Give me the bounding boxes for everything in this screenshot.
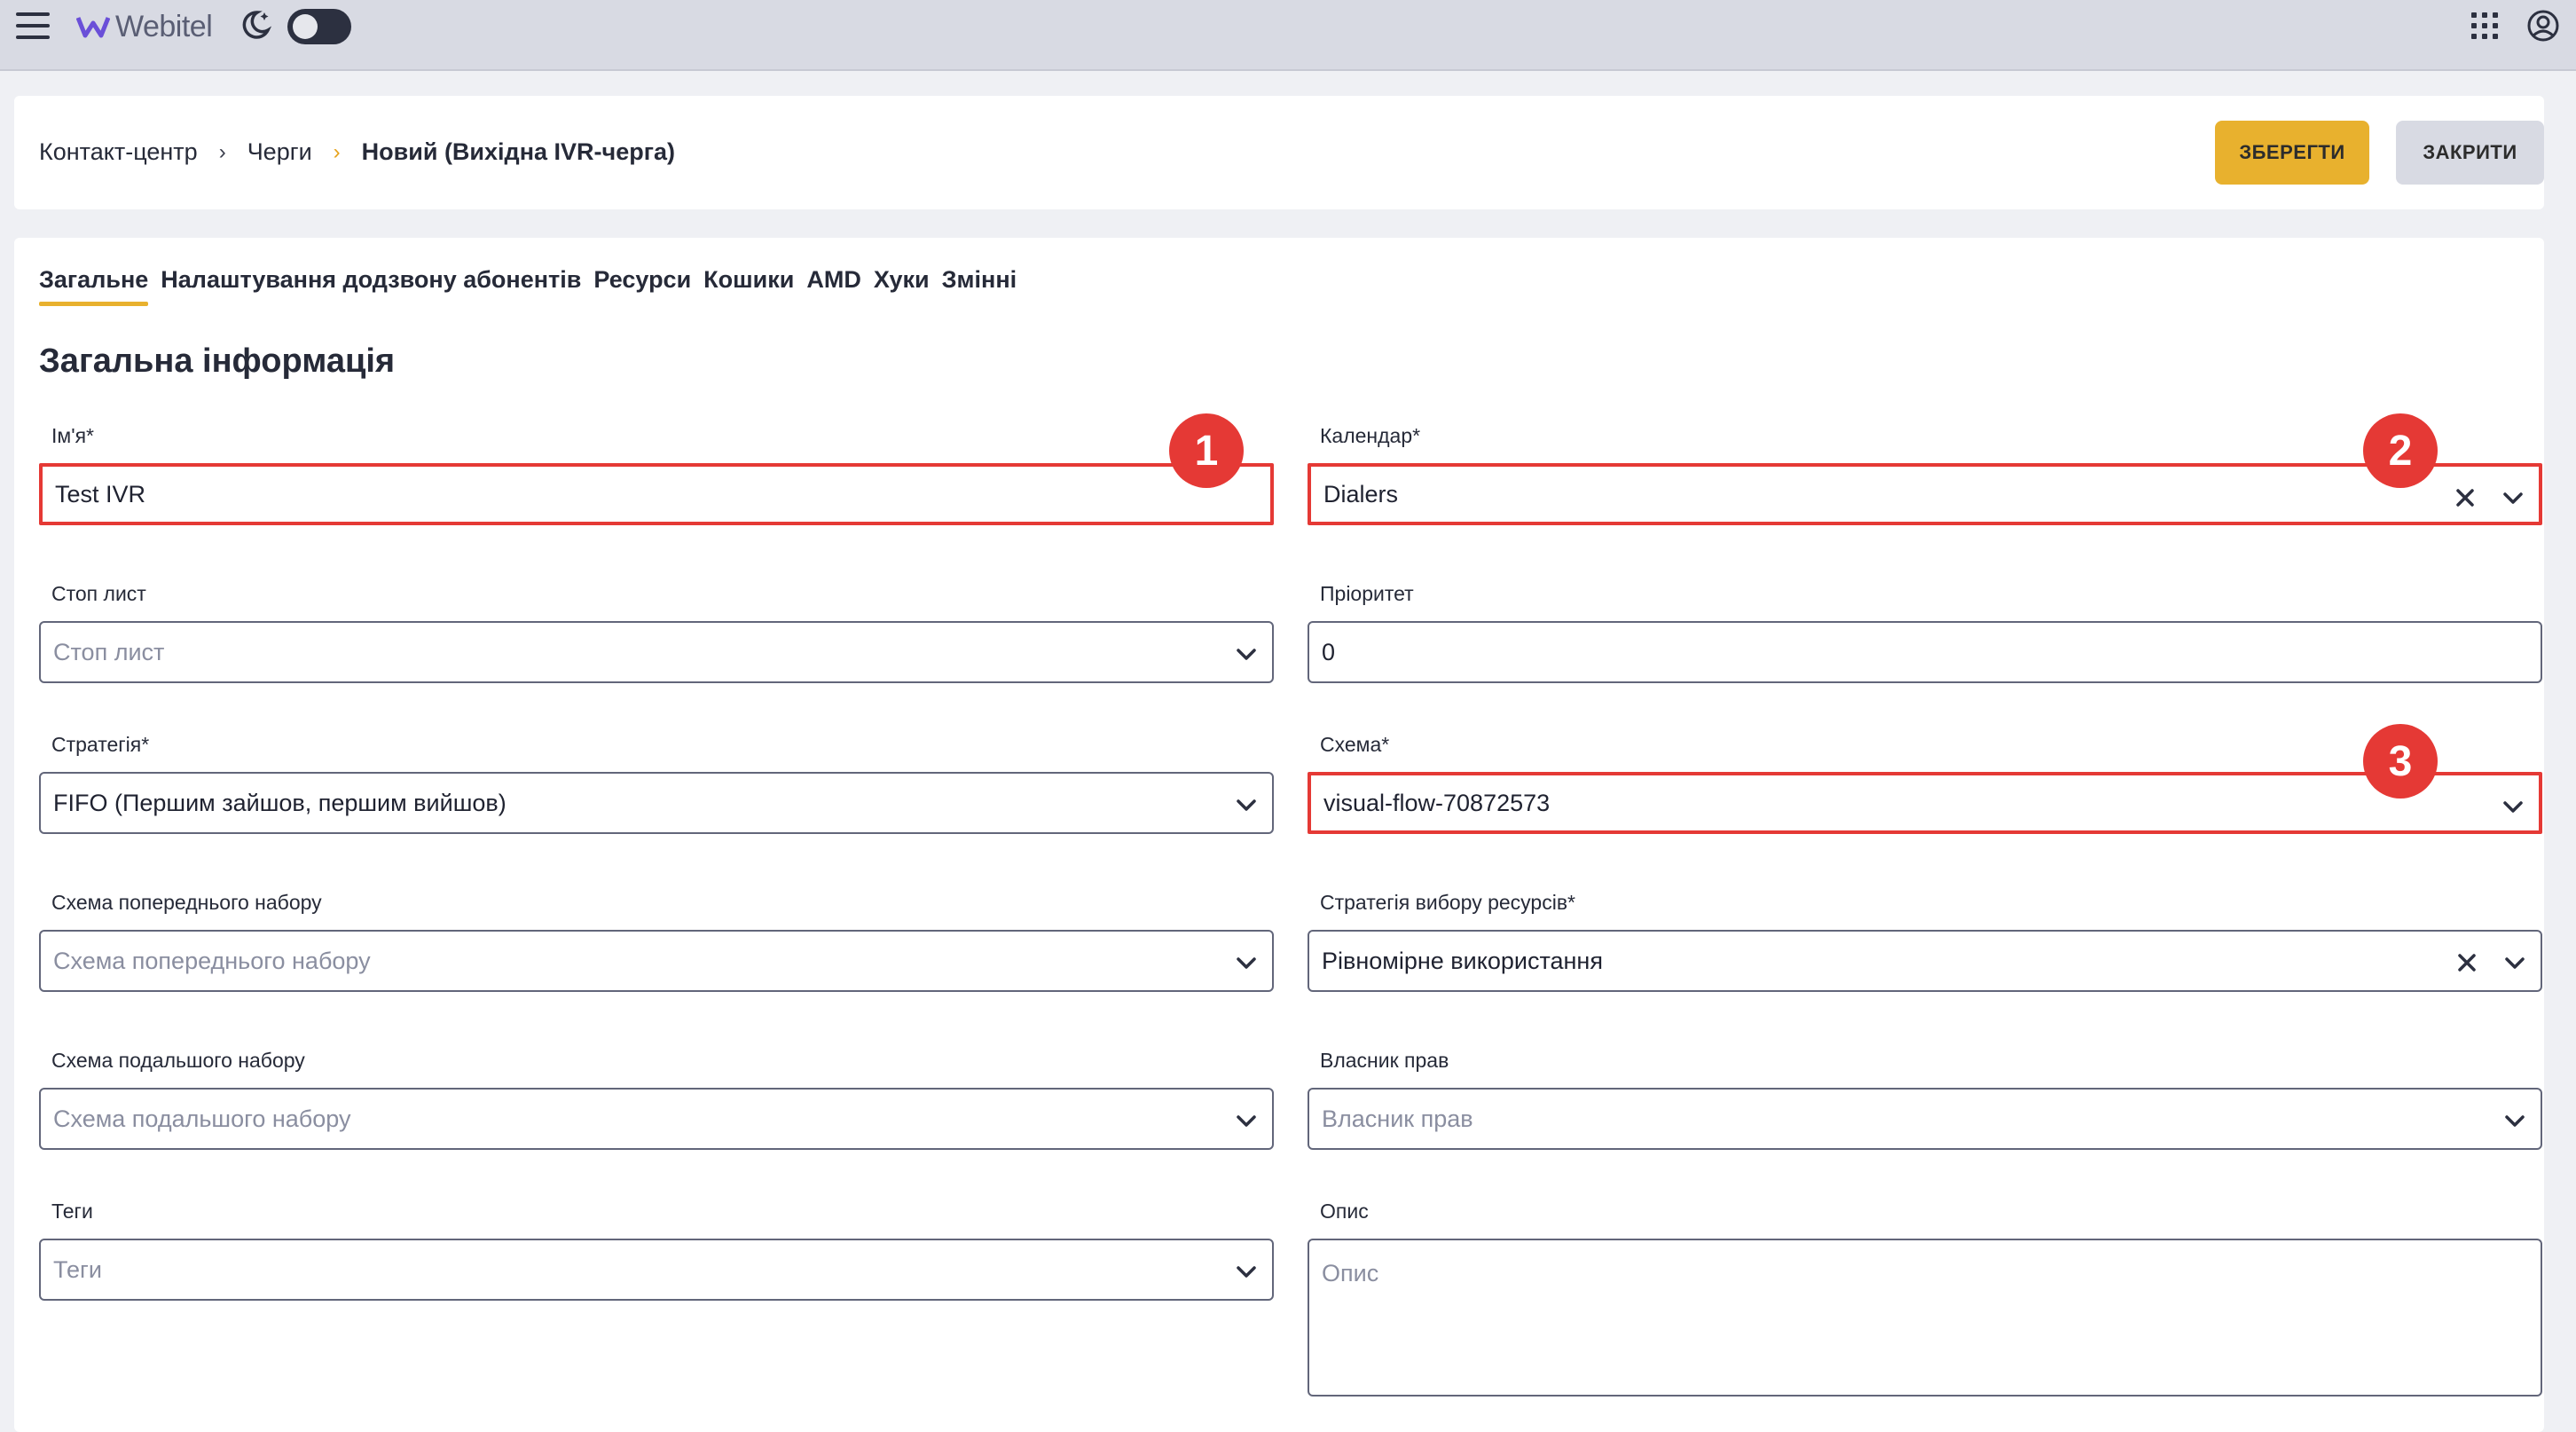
chevron-down-icon[interactable] — [1233, 641, 1260, 667]
logo-text: Webitel — [115, 9, 213, 43]
dark-mode-toggle[interactable] — [287, 9, 351, 44]
dark-mode-icon — [238, 7, 273, 43]
owner-label: Власник прав — [1320, 1049, 1449, 1072]
name-label: Ім'я* — [51, 424, 94, 447]
pre-schema-placeholder: Схема попереднього набору — [53, 947, 371, 974]
name-value: Test IVR — [55, 480, 146, 507]
chevron-down-icon[interactable] — [2501, 949, 2528, 976]
apps-grid-icon[interactable] — [2471, 12, 2498, 39]
priority-label: Пріоритет — [1320, 582, 1414, 605]
tags-label: Теги — [51, 1200, 93, 1223]
close-button[interactable]: ЗАКРИТИ — [2396, 121, 2544, 185]
pre-schema-select[interactable]: Схема попереднього набору — [39, 930, 1274, 992]
stop-list-select[interactable]: Стоп лист — [39, 621, 1274, 683]
top-bar: Webitel — [0, 0, 2576, 71]
description-field: Опис Опис — [1308, 1200, 2542, 1397]
app-logo[interactable]: Webitel — [76, 5, 213, 48]
chevron-down-icon[interactable] — [2500, 484, 2526, 511]
breadcrumb-item-contact-center[interactable]: Контакт-центр — [39, 138, 198, 166]
resource-strategy-value: Рівномірне використання — [1322, 947, 1603, 974]
owner-placeholder: Власник прав — [1322, 1105, 1473, 1132]
chevron-down-icon[interactable] — [1233, 1258, 1260, 1285]
strategy-label: Стратегія* — [51, 733, 150, 756]
resource-strategy-label: Стратегія вибору ресурсів* — [1320, 891, 1575, 914]
schema-label: Схема* — [1320, 733, 1390, 756]
user-account-icon[interactable] — [2526, 9, 2560, 43]
post-schema-placeholder: Схема подальшого набору — [53, 1105, 351, 1132]
tab-bar: Загальне Налаштування додзвону абонентів… — [39, 266, 1029, 306]
strategy-value: FIFO (Першим зайшов, першим вийшов) — [53, 789, 507, 816]
name-input[interactable]: Test IVR — [39, 463, 1274, 525]
save-button[interactable]: ЗБЕРЕГТИ — [2215, 121, 2369, 185]
pre-schema-label: Схема попереднього набору — [51, 891, 322, 914]
priority-input[interactable]: 0 — [1308, 621, 2542, 683]
schema-field: Схема* visual-flow-70872573 — [1308, 733, 2542, 834]
description-textarea[interactable]: Опис — [1308, 1239, 2542, 1397]
post-schema-select[interactable]: Схема подальшого набору — [39, 1088, 1274, 1150]
calendar-label: Календар* — [1320, 424, 1421, 447]
description-placeholder: Опис — [1322, 1260, 1379, 1286]
stop-list-placeholder: Стоп лист — [53, 638, 165, 665]
tags-select[interactable]: Теги — [39, 1239, 1274, 1301]
chevron-down-icon[interactable] — [1233, 791, 1260, 818]
chevron-right-icon: › — [218, 139, 226, 164]
tab-variables[interactable]: Змінні — [942, 266, 1017, 306]
calendar-field: Календар* Dialers — [1308, 424, 2542, 525]
name-field: Ім'я* Test IVR — [39, 424, 1274, 525]
schema-value: visual-flow-70872573 — [1323, 789, 1551, 816]
calendar-select[interactable]: Dialers — [1308, 463, 2542, 525]
tab-resources[interactable]: Ресурси — [593, 266, 691, 306]
chevron-down-icon[interactable] — [1233, 949, 1260, 976]
schema-select[interactable]: visual-flow-70872573 — [1308, 772, 2542, 834]
tab-general[interactable]: Загальне — [39, 266, 149, 306]
resource-strategy-field: Стратегія вибору ресурсів* Рівномірне ви… — [1308, 891, 2542, 992]
breadcrumb-current: Новий (Вихідна IVR-черга) — [361, 138, 675, 165]
tab-amd[interactable]: AMD — [806, 266, 861, 306]
chevron-down-icon[interactable] — [1233, 1107, 1260, 1134]
description-label: Опис — [1320, 1200, 1369, 1223]
priority-field: Пріоритет 0 — [1308, 582, 2542, 683]
stop-list-field: Стоп лист Стоп лист — [39, 582, 1274, 683]
pre-schema-field: Схема попереднього набору Схема попередн… — [39, 891, 1274, 992]
tags-placeholder: Теги — [53, 1255, 102, 1283]
webitel-logo-icon — [76, 17, 110, 38]
tab-dial-settings[interactable]: Налаштування додзвону абонентів — [161, 266, 581, 306]
clear-icon[interactable] — [2454, 486, 2477, 509]
tags-field: Теги Теги — [39, 1200, 1274, 1301]
tab-hooks[interactable]: Хуки — [874, 266, 930, 306]
annotation-badge-1: 1 — [1169, 413, 1244, 488]
toggle-knob — [293, 14, 318, 39]
strategy-select[interactable]: FIFO (Першим зайшов, першим вийшов) — [39, 772, 1274, 834]
stop-list-label: Стоп лист — [51, 582, 146, 605]
post-schema-field: Схема подальшого набору Схема подальшого… — [39, 1049, 1274, 1150]
resource-strategy-select[interactable]: Рівномірне використання — [1308, 930, 2542, 992]
owner-select[interactable]: Власник прав — [1308, 1088, 2542, 1150]
chevron-right-icon: › — [333, 139, 341, 164]
chevron-down-icon[interactable] — [2500, 793, 2526, 820]
menu-icon[interactable] — [16, 12, 50, 39]
strategy-field: Стратегія* FIFO (Першим зайшов, першим в… — [39, 733, 1274, 834]
main-card: Загальне Налаштування додзвону абонентів… — [14, 238, 2544, 1432]
owner-field: Власник прав Власник прав — [1308, 1049, 2542, 1150]
tab-buckets[interactable]: Кошики — [703, 266, 794, 306]
priority-value: 0 — [1322, 638, 1336, 665]
post-schema-label: Схема подальшого набору — [51, 1049, 305, 1072]
chevron-down-icon[interactable] — [2501, 1107, 2528, 1134]
header-card: Контакт-центр › Черги › Новий (Вихідна I… — [14, 96, 2544, 209]
breadcrumb-item-queues[interactable]: Черги — [247, 138, 312, 166]
annotation-badge-2: 2 — [2363, 413, 2438, 488]
annotation-badge-3: 3 — [2363, 724, 2438, 799]
calendar-value: Dialers — [1323, 480, 1399, 507]
breadcrumb: Контакт-центр › Черги › Новий (Вихідна I… — [39, 138, 675, 166]
section-title: Загальна інформація — [39, 342, 396, 380]
clear-icon[interactable] — [2455, 951, 2478, 974]
